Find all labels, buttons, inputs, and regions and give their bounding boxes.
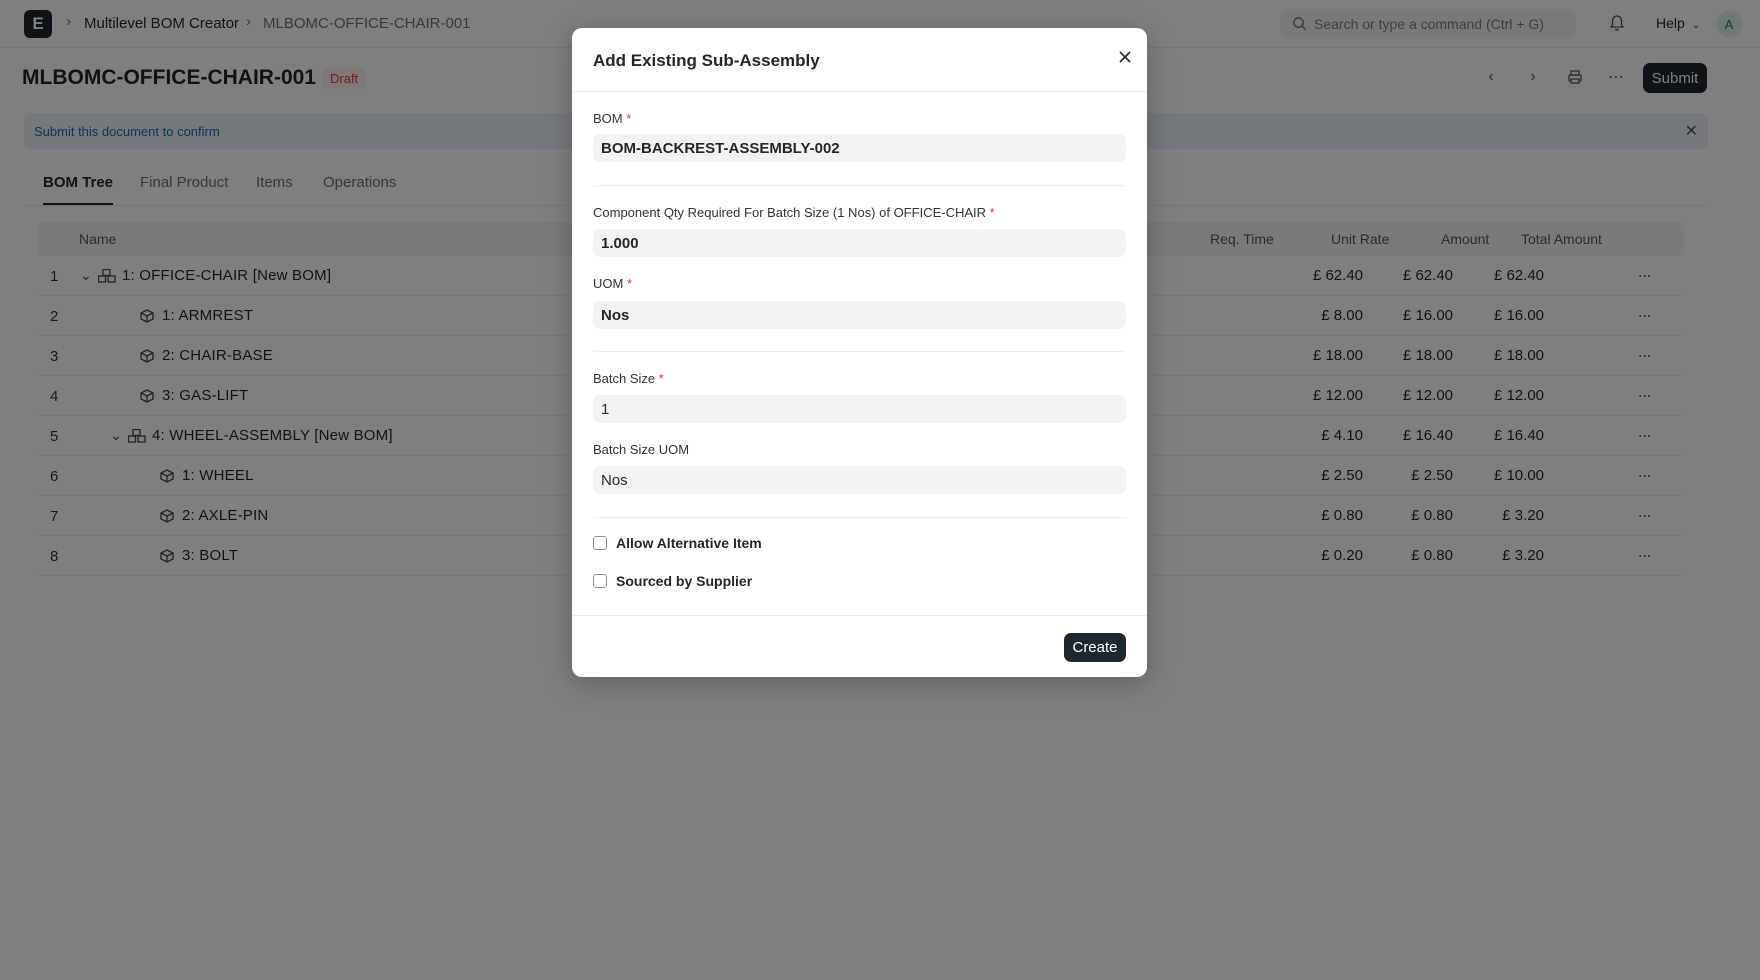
bom-label: BOM * [593, 111, 631, 126]
allow-alternative-item-label: Allow Alternative Item [616, 535, 762, 551]
bom-field[interactable] [593, 134, 1126, 162]
required-mark: * [626, 276, 633, 291]
create-button[interactable]: Create [1064, 633, 1126, 662]
section-divider [593, 185, 1126, 186]
component-qty-label-text: Component Qty Required For Batch Size (1… [593, 205, 987, 220]
required-mark: * [989, 205, 995, 220]
close-button[interactable] [1113, 45, 1137, 69]
section-divider [593, 351, 1126, 352]
sourced-by-supplier-label: Sourced by Supplier [616, 573, 753, 589]
component-qty-label: Component Qty Required For Batch Size (1… [593, 205, 995, 220]
batch-size-field[interactable] [593, 395, 1126, 423]
checkbox[interactable] [593, 574, 607, 588]
uom-field[interactable] [593, 301, 1126, 329]
required-mark: * [658, 371, 664, 386]
section-divider [593, 517, 1126, 518]
bom-label-text: BOM [593, 111, 623, 126]
batch-size-label-text: Batch Size [593, 371, 656, 386]
batch-size-uom-label: Batch Size UOM [593, 442, 690, 457]
allow-alternative-item-checkbox[interactable]: Allow Alternative Item [593, 535, 762, 551]
batch-size-uom-field[interactable] [593, 466, 1126, 494]
uom-label: UOM * [593, 276, 632, 291]
component-qty-field[interactable] [593, 229, 1126, 257]
close-icon [1119, 51, 1131, 63]
modal-header: Add Existing Sub-Assembly [572, 28, 1147, 92]
checkbox[interactable] [593, 536, 607, 550]
modal-footer: Create [572, 615, 1147, 677]
modal-title: Add Existing Sub-Assembly [593, 51, 820, 70]
batch-size-label: Batch Size * [593, 371, 664, 386]
required-mark: * [626, 111, 632, 126]
sourced-by-supplier-checkbox[interactable]: Sourced by Supplier [593, 573, 752, 589]
add-existing-subassembly-dialog: Add Existing Sub-Assembly BOM * Componen… [572, 28, 1147, 677]
uom-label-text: UOM [593, 276, 624, 291]
